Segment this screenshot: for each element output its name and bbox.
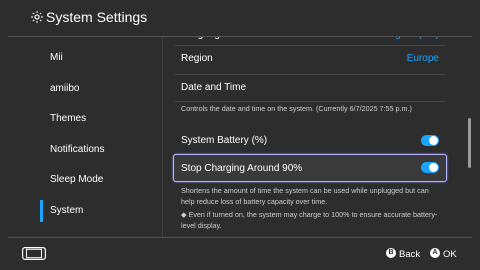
settings-panel: Language English (US) Region Europe Date… [163, 37, 463, 237]
row-divider [175, 101, 445, 102]
sidebar-item-label: System [50, 205, 84, 216]
stop-charging-label: Stop Charging Around 90% [181, 163, 303, 174]
gear-icon [31, 11, 43, 23]
sidebar-item-system[interactable]: System [40, 198, 158, 224]
ok-button[interactable]: A OK [430, 248, 457, 262]
sidebar-item-label: Mii [50, 52, 63, 63]
a-button-icon: A [430, 248, 440, 259]
date-time-description: Controls the date and time on the system… [181, 104, 412, 113]
sidebar-item-label: Themes [50, 113, 87, 124]
sidebar-item-themes[interactable]: Themes [40, 106, 158, 132]
system-battery-row[interactable]: System Battery (%) [175, 127, 445, 155]
page-title: System Settings [46, 9, 148, 25]
stop-charging-description: Shortens the amount of time the system c… [181, 186, 429, 206]
console-icon [22, 247, 46, 260]
sidebar-item-label: Notifications [50, 144, 105, 155]
sidebar: Mii amiibo Themes Notifications Sleep Mo… [0, 37, 162, 237]
sidebar-item-amiibo[interactable]: amiibo [40, 76, 158, 102]
region-value: Europe [406, 53, 439, 64]
stop-charging-row[interactable]: Stop Charging Around 90% [173, 154, 447, 182]
ok-label: OK [443, 249, 457, 260]
footer: B Back A OK [0, 238, 480, 270]
system-battery-label: System Battery (%) [181, 135, 268, 146]
sidebar-item-notifications[interactable]: Notifications [40, 137, 158, 163]
stop-charging-note: ◆ Even if turned on, the system may char… [181, 210, 438, 230]
region-label: Region [181, 53, 213, 64]
region-row[interactable]: Region Europe [175, 45, 445, 73]
sidebar-item-sleep-mode[interactable]: Sleep Mode [40, 167, 158, 193]
sidebar-item-label: amiibo [50, 83, 80, 94]
date-time-row[interactable]: Date and Time [175, 74, 445, 102]
back-button[interactable]: B Back [386, 248, 420, 262]
stop-charging-toggle[interactable] [421, 162, 439, 173]
selection-indicator [40, 200, 43, 222]
b-button-icon: B [386, 248, 396, 259]
toggle-knob [429, 163, 438, 172]
scrollbar[interactable] [468, 118, 471, 168]
toggle-knob [429, 136, 438, 145]
date-time-label: Date and Time [181, 82, 247, 93]
sidebar-item-label: Sleep Mode [50, 174, 104, 185]
sidebar-item-mii[interactable]: Mii [40, 45, 158, 71]
system-battery-toggle[interactable] [421, 135, 439, 146]
back-label: Back [399, 249, 421, 260]
